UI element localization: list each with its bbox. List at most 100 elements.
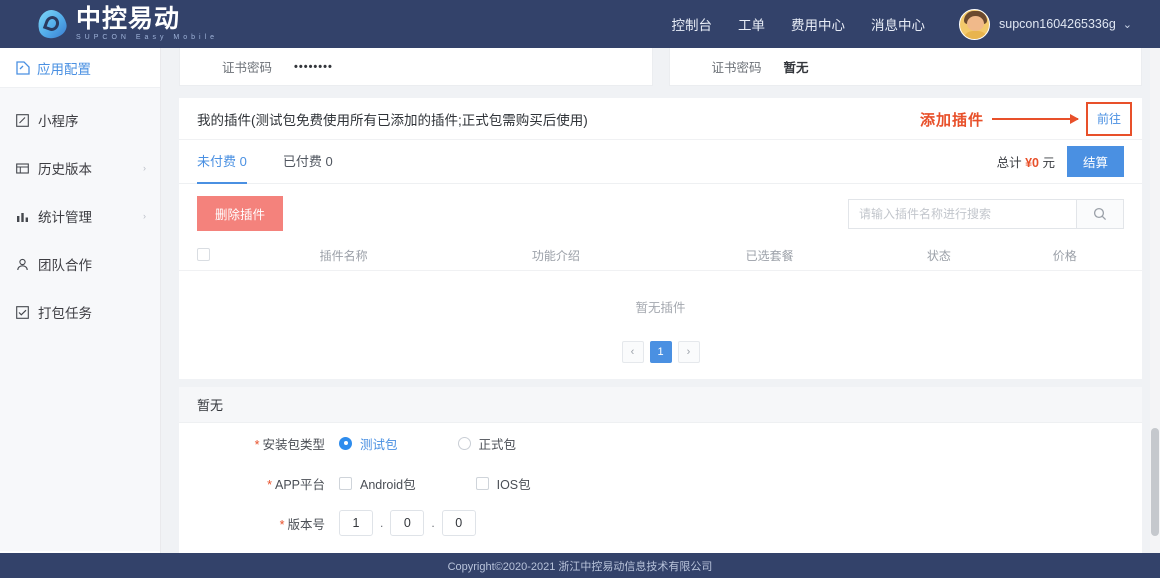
radio-option-test-package[interactable]: 测试包	[339, 434, 398, 453]
total-amount: ¥0	[1025, 156, 1039, 170]
total-amount-label: 总计 ¥0 元	[997, 152, 1055, 171]
brand-logo-block[interactable]: 中控易动 SUPCON Easy Mobile	[35, 6, 219, 42]
tab-unpaid[interactable]: 未付费 0	[197, 140, 247, 184]
plugin-actions-row: 删除插件	[179, 184, 1142, 241]
nav-item-console[interactable]: 控制台	[672, 14, 713, 34]
sidebar-item-label: 历史版本	[38, 162, 92, 177]
sidebar-menu-list: 小程序 历史版本 › 统计管理 › 团队合作 打包任务	[0, 88, 160, 551]
form-panel-header: 暂无	[179, 387, 1142, 423]
total-suffix: 元	[1042, 156, 1055, 170]
radio-label-release: 正式包	[478, 437, 517, 452]
delete-plugin-button[interactable]: 删除插件	[197, 196, 284, 231]
nav-item-billing[interactable]: 费用中心	[791, 14, 845, 34]
scrollbar-thumb[interactable]	[1151, 428, 1159, 536]
nav-item-messages[interactable]: 消息中心	[871, 14, 925, 34]
annotation-arrow-icon	[991, 114, 1079, 124]
sidebar-header-app-config[interactable]: 应用配置	[0, 48, 160, 88]
nav-item-workorder[interactable]: 工单	[738, 14, 765, 34]
checkbox-label-ios: IOS包	[496, 477, 531, 492]
sidebar-header-label: 应用配置	[37, 61, 91, 77]
checkbox-icon-android[interactable]	[339, 476, 352, 490]
total-section: 总计 ¥0 元 结算	[997, 146, 1124, 177]
column-header-description: 功能介绍	[531, 249, 580, 263]
certificate-cards-strip: 证书密码 •••••••• 证书密码 暂无	[161, 48, 1160, 86]
required-asterisk: *	[279, 517, 285, 532]
nav-links-group: 控制台 工单 费用中心 消息中心 supcon1604265336g ⌄	[646, 8, 1132, 40]
chevron-right-icon[interactable]: ›	[143, 211, 146, 221]
certificate-password-value: 暂无	[783, 61, 809, 75]
main-content-area: 证书密码 •••••••• 证书密码 暂无 我的插件(测试包免费使用所有已添加的…	[161, 48, 1160, 553]
chevron-right-icon[interactable]: ›	[143, 163, 146, 173]
version-minor-input[interactable]	[390, 510, 425, 536]
sidebar-item-history-version[interactable]: 历史版本 ›	[0, 144, 160, 192]
checkbox-option-android[interactable]: Android包	[339, 474, 416, 493]
sidebar-item-label: 统计管理	[38, 210, 92, 225]
user-menu[interactable]: supcon1604265336g ⌄	[959, 8, 1132, 40]
radio-icon-selected[interactable]	[339, 436, 352, 450]
sidebar-item-team-collaboration[interactable]: 团队合作	[0, 240, 160, 288]
table-empty-state: 暂无插件	[635, 300, 686, 315]
app-config-icon	[16, 60, 30, 75]
sidebar-item-label: 打包任务	[38, 306, 92, 321]
column-header-status: 状态	[926, 249, 951, 263]
sidebar-item-label: 团队合作	[38, 258, 92, 273]
column-header-selected-package: 已选套餐	[745, 249, 794, 263]
app-platform-label: * APP平台	[239, 474, 325, 493]
goto-button-highlight: 前往	[1085, 102, 1132, 136]
sidebar-item-label: 小程序	[38, 114, 79, 129]
copyright-text: Copyright©2020-2021 浙江中控易动信息技术有限公司	[447, 560, 713, 573]
required-asterisk: *	[267, 477, 272, 492]
avatar	[959, 8, 990, 40]
radio-icon-unselected[interactable]	[457, 436, 471, 450]
certificate-password-value: ••••••••	[294, 60, 333, 73]
required-asterisk: *	[254, 437, 260, 452]
pagination-prev[interactable]: ‹	[621, 341, 644, 363]
column-header-plugin-name: 插件名称	[319, 249, 368, 263]
plugin-table-header: 插件名称 功能介绍 已选套餐 状态 价格	[179, 241, 1142, 271]
search-input[interactable]	[848, 198, 1076, 229]
plugin-search-group	[848, 198, 1124, 229]
version-label: * 版本号	[239, 514, 325, 533]
certificate-password-label: 证书密码	[222, 61, 273, 75]
checkbox-label-android: Android包	[360, 477, 416, 492]
pagination-page-1[interactable]: 1	[649, 341, 672, 363]
user-name-label: supcon1604265336g	[999, 17, 1116, 31]
package-task-icon	[16, 305, 29, 319]
radio-option-release-package[interactable]: 正式包	[457, 434, 517, 453]
bar-chart-icon	[16, 210, 29, 223]
package-form-panel: 暂无 * 安装包类型 测试包 正式包 * APP平台 Android包 IOS包…	[179, 387, 1142, 553]
brand-name-en: SUPCON Easy Mobile	[76, 34, 219, 41]
checkbox-option-ios[interactable]: IOS包	[475, 474, 531, 493]
search-button[interactable]	[1076, 198, 1124, 229]
select-all-checkbox[interactable]	[197, 247, 210, 261]
miniprogram-icon	[16, 113, 29, 127]
footer-copyright-bar: Copyright©2020-2021 浙江中控易动信息技术有限公司	[0, 553, 1160, 578]
version-label-text: 版本号	[287, 517, 325, 532]
sidebar-item-packaging-task[interactable]: 打包任务	[0, 288, 160, 336]
sidebar-item-miniprogram[interactable]: 小程序	[0, 96, 160, 144]
column-header-price: 价格	[1052, 249, 1077, 263]
goto-button[interactable]: 前往	[1097, 112, 1121, 126]
checkbox-icon-ios[interactable]	[475, 476, 489, 490]
version-separator-2: .	[431, 516, 435, 530]
user-group-icon	[16, 258, 29, 271]
chevron-down-icon[interactable]: ⌄	[1123, 18, 1132, 31]
sidebar-item-statistics[interactable]: 统计管理 ›	[0, 192, 160, 240]
form-row-package-type: * 安装包类型 测试包 正式包	[179, 423, 1142, 463]
pagination-next[interactable]: ›	[677, 341, 700, 363]
package-type-label-text: 安装包类型	[262, 437, 325, 452]
certificate-password-label: 证书密码	[711, 61, 762, 75]
top-navigation-bar: 中控易动 SUPCON Easy Mobile 控制台 工单 费用中心 消息中心…	[0, 0, 1160, 48]
version-separator-1: .	[380, 516, 384, 530]
total-prefix: 总计	[996, 156, 1022, 170]
version-patch-input[interactable]	[441, 510, 476, 536]
sidebar: 应用配置 小程序 历史版本 › 统计管理 › 团队合作 打包任务	[0, 48, 161, 553]
settle-button[interactable]: 结算	[1066, 146, 1124, 177]
page-scrollbar[interactable]	[1150, 48, 1160, 553]
form-action-buttons: 取消 打包	[179, 543, 1142, 553]
tab-paid[interactable]: 已付费 0	[283, 140, 333, 184]
select-all-cell	[197, 247, 242, 264]
certificate-card-right: 证书密码 暂无	[668, 48, 1142, 86]
version-major-input[interactable]	[339, 510, 373, 536]
package-type-label: * 安装包类型	[239, 434, 325, 453]
